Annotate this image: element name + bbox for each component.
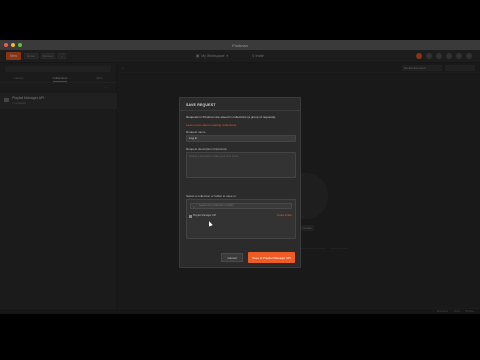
search-icon: ⌕: [193, 205, 195, 209]
collection-option-name: Playlist Manager API: [193, 214, 217, 217]
save-button[interactable]: Save to Playlist Manager API: [248, 252, 295, 263]
cancel-button[interactable]: Cancel: [221, 253, 243, 262]
request-name-label: Request name: [186, 130, 206, 134]
collection-search-input[interactable]: ⌕ Search for a collection or folder: [190, 203, 292, 209]
request-description-label: Request description (Optional): [186, 147, 227, 151]
learn-more-link[interactable]: Learn more about creating collections: [186, 123, 296, 127]
collection-picker: ⌕ Search for a collection or folder Play…: [186, 199, 296, 239]
window-title: Postman: [232, 42, 248, 48]
request-description-textarea[interactable]: Adding a description makes your docs bet…: [186, 152, 296, 178]
list-item[interactable]: Playlist Manager API Create Folder: [187, 213, 295, 219]
collection-select-label: Select a collection or folder to save to…: [186, 194, 237, 198]
letterbox-top: [0, 0, 480, 40]
folder-icon: [189, 214, 192, 218]
letterbox-bottom: [0, 314, 480, 360]
save-request-dialog: SAVE REQUEST Requests in Postman are sav…: [179, 97, 301, 268]
request-name-input[interactable]: Log in: [186, 135, 296, 142]
minimize-window-button[interactable]: [11, 43, 15, 47]
dialog-title: SAVE REQUEST: [186, 103, 216, 107]
collection-search-placeholder: Search for a collection or folder: [199, 204, 234, 207]
close-window-button[interactable]: [4, 43, 8, 47]
window-controls: [4, 43, 22, 47]
maximize-window-button[interactable]: [18, 43, 22, 47]
create-folder-link[interactable]: Create Folder: [277, 213, 292, 219]
title-bar: Postman: [0, 40, 480, 50]
divider: [180, 110, 300, 111]
dialog-description: Requests in Postman are saved in collect…: [186, 115, 277, 119]
